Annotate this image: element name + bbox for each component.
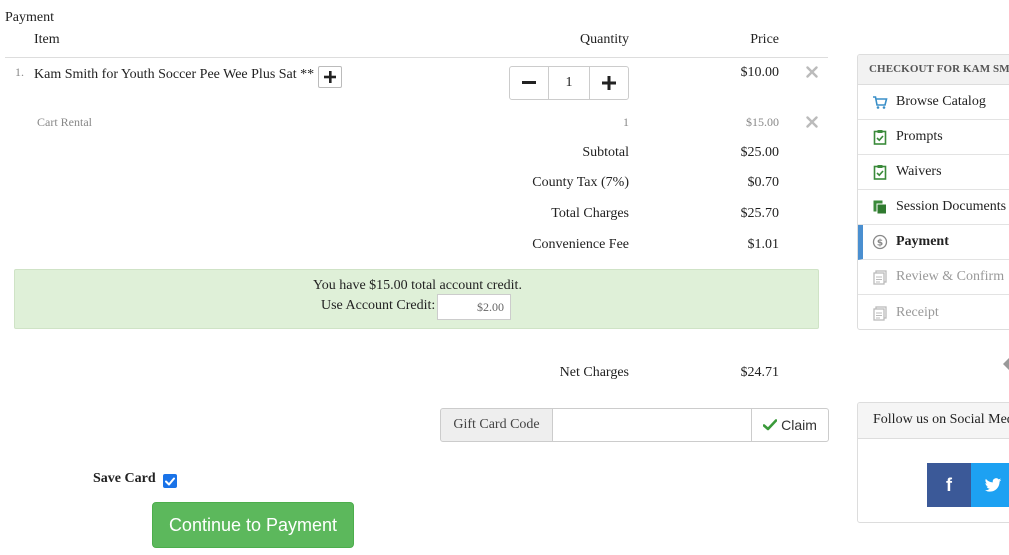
checkout-header: CHECKOUT FOR KAM SMITH: [858, 55, 1009, 85]
item-name: Cart Rental: [37, 115, 92, 129]
svg-text:$: $: [877, 239, 883, 249]
decrease-quantity-button[interactable]: [509, 66, 549, 100]
subtotal-value: $25.00: [740, 145, 780, 160]
continue-to-payment-button[interactable]: Continue to Payment: [152, 502, 354, 548]
documents-icon: [872, 199, 888, 215]
sidebar-item-label: Waivers: [896, 164, 942, 179]
sidebar-item-waivers[interactable]: Waivers: [858, 155, 1009, 190]
account-credit-panel: You have $15.00 total account credit. Us…: [14, 269, 819, 329]
quantity-value[interactable]: 1: [549, 66, 589, 100]
collapse-sidebar-icon[interactable]: [1003, 358, 1009, 370]
account-credit-input[interactable]: [437, 294, 511, 320]
sidebar-item-label: Browse Catalog: [896, 94, 986, 109]
claim-button-label: Claim: [781, 417, 817, 433]
sidebar-item-label: Prompts: [896, 129, 943, 144]
twitter-button[interactable]: [971, 463, 1009, 507]
total-charges-value: $25.70: [740, 206, 780, 221]
quantity-stepper[interactable]: 1: [509, 66, 629, 100]
social-media-header: Follow us on Social Media: [858, 403, 1009, 439]
save-card-label: Save Card: [93, 471, 156, 486]
minus-icon: [522, 81, 536, 84]
remove-item-button[interactable]: [806, 116, 818, 133]
sidebar-item-label: Payment: [896, 234, 949, 249]
item-quantity: 1: [623, 115, 629, 129]
tax-value: $0.70: [747, 175, 780, 190]
clipboard-check-icon: [872, 129, 888, 145]
close-icon: [806, 116, 818, 128]
plus-icon: [602, 76, 616, 90]
item-price: $15.00: [746, 115, 779, 129]
sidebar-item-browse-catalog[interactable]: Browse Catalog: [858, 85, 1009, 120]
sidebar-item-label: Session Documents: [896, 199, 1007, 214]
net-charges-value: $24.71: [740, 365, 780, 380]
sidebar-item-session-documents[interactable]: Session Documents: [858, 190, 1009, 225]
add-item-button[interactable]: [318, 66, 342, 88]
total-charges-label: Total Charges: [551, 206, 629, 221]
check-icon: [763, 419, 778, 431]
net-charges-label: Net Charges: [559, 365, 629, 380]
sidebar-item-prompts[interactable]: Prompts: [858, 120, 1009, 155]
receipt-icon: [872, 269, 888, 285]
sidebar-item-review-confirm: Review & Confirm: [858, 260, 1009, 295]
item-column-header: Item: [34, 32, 60, 47]
price-column-header: Price: [750, 32, 779, 47]
subtotal-label: Subtotal: [582, 145, 629, 160]
increase-quantity-button[interactable]: [589, 66, 629, 100]
header-divider: [5, 57, 828, 58]
checkout-steps-panel: CHECKOUT FOR KAM SMITH Browse Catalog Pr…: [857, 54, 1009, 330]
facebook-button[interactable]: f: [927, 463, 971, 507]
claim-button[interactable]: Claim: [751, 408, 829, 442]
convenience-fee-value: $1.01: [747, 237, 780, 252]
item-price: $10.00: [740, 65, 780, 80]
item-index: 1.: [15, 65, 24, 79]
item-name: Kam Smith for Youth Soccer Pee Wee Plus …: [34, 67, 315, 82]
cart-icon: [872, 94, 888, 110]
sidebar-item-label: Review & Confirm: [896, 269, 1005, 284]
plus-icon: [324, 71, 336, 83]
clipboard-check-icon: [872, 164, 888, 180]
remove-item-button[interactable]: [806, 66, 818, 83]
sidebar-item-receipt: Receipt: [858, 295, 1009, 329]
close-icon: [806, 66, 818, 78]
dollar-circle-icon: $: [872, 234, 888, 250]
account-credit-message: You have $15.00 total account credit.: [313, 278, 522, 293]
gift-card-label: Gift Card Code: [440, 408, 553, 442]
quantity-column-header: Quantity: [580, 32, 629, 47]
sidebar-item-payment[interactable]: $ Payment: [858, 225, 1009, 260]
tax-label: County Tax (7%): [532, 175, 629, 190]
convenience-fee-label: Convenience Fee: [532, 237, 629, 252]
social-media-panel: Follow us on Social Media f: [857, 402, 1009, 523]
page-title: Payment: [5, 10, 54, 25]
twitter-icon: [984, 477, 1002, 492]
receipt-icon: [872, 305, 888, 321]
gift-card-input[interactable]: [552, 408, 752, 442]
sidebar-item-label: Receipt: [896, 304, 939, 320]
account-credit-label: Use Account Credit:: [321, 298, 436, 313]
save-card-checkbox[interactable]: [163, 474, 177, 488]
facebook-icon: f: [946, 474, 952, 495]
checkmark-icon: [165, 477, 175, 485]
